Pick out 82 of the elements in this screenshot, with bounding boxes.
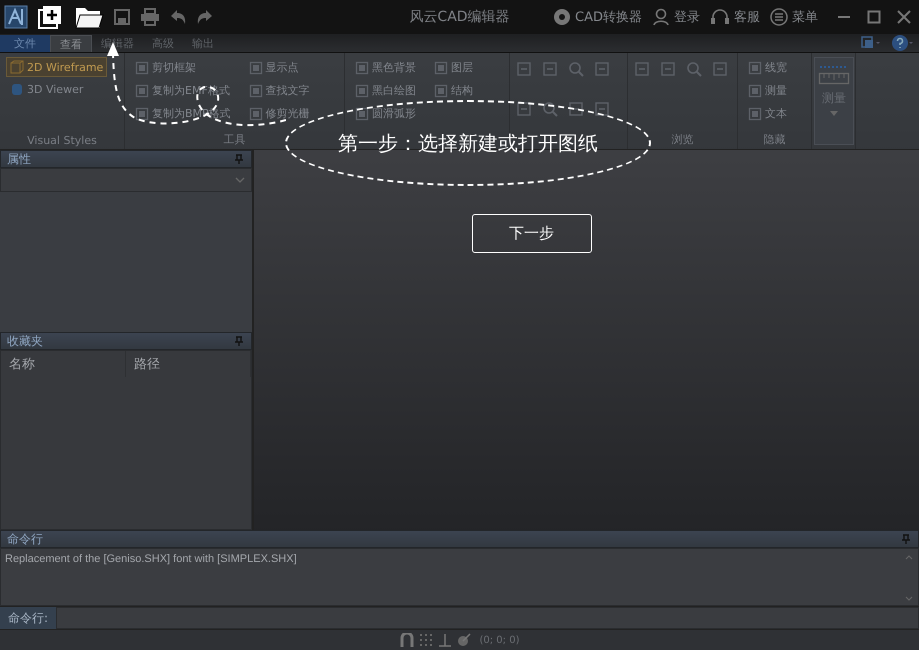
visual-style-button[interactable]: 2D Wireframe [6,57,108,77]
printer-icon[interactable] [140,8,160,26]
tool-square-icon [248,84,263,98]
cylinder-icon [10,82,24,96]
tool-square-icon [355,84,369,98]
tool-square-icon [355,106,369,120]
ribbon-button[interactable]: 黑白绘图 [351,80,420,101]
user-icon [652,8,670,26]
undo-icon[interactable] [169,8,187,26]
tool-square-icon [248,106,263,120]
snap-icon[interactable] [400,633,414,647]
view-frame-icon[interactable] [568,100,584,116]
tool-square-icon [748,84,762,98]
menu-icon [770,8,788,26]
ribbon-button[interactable]: 线宽 [744,57,791,78]
header-action-button[interactable]: CAD转换器 [550,6,645,28]
headset-icon [710,8,730,26]
ribbon-button[interactable]: 结构 [430,80,477,101]
ortho-icon[interactable] [438,633,452,647]
ribbon-tab[interactable]: 文件 [0,35,50,52]
app-logo-icon[interactable] [4,5,28,29]
polar-icon[interactable] [456,633,470,647]
ribbon-tab[interactable]: 查看 [50,35,92,52]
scrollbar-drawing[interactable] [904,553,914,603]
view-frame-icon[interactable] [516,100,532,116]
ribbon-button[interactable]: 图层 [430,57,477,78]
ribbon-tab[interactable]: 高级 [143,35,183,52]
header-action-button[interactable]: 登录 [649,6,703,28]
log-message: Replacement of the [Geniso.SHX] font with [SIMPLEX.SHX] [5,553,297,567]
zoom-icon[interactable] [542,100,558,116]
ribbon-button[interactable]: 修剪光栅 [244,103,314,124]
next-step-button[interactable]: 下一步 [472,214,592,253]
help-icon[interactable] [891,34,915,52]
prompt-label: 命令行: [0,607,56,629]
tool-square-icon [434,84,448,98]
tool-square-icon [748,60,762,74]
ribbon-button[interactable]: 测量 [744,80,791,101]
tool-square-icon [135,106,149,120]
caret-icon [830,111,838,116]
ribbon-button[interactable]: 黑色背景 [351,57,420,78]
chevron-down-icon [235,177,245,183]
coordinates-readout: (0; 0; 0) [480,634,520,646]
tool-square-icon [135,84,149,98]
wireframe-cube-icon [10,60,24,74]
ribbon-group-title: 工具 [222,132,246,147]
ribbon-button[interactable]: 查找文字 [244,80,314,101]
close-icon[interactable] [897,10,911,24]
ruler-icon [818,64,850,86]
tool-square-icon [434,60,448,74]
disc-icon [553,8,572,26]
tool-square-icon [355,60,369,74]
view-frame-icon[interactable] [594,100,610,116]
visual-style-button[interactable]: 3D Viewer [6,79,108,99]
column-header[interactable]: 路径 [126,351,251,377]
ribbon-group-title: Visual Styles [26,134,98,147]
ribbon-button[interactable]: 圆滑弧形 [351,103,420,124]
header-action-button[interactable]: 客服 [707,6,763,28]
panel-title: 命令行 [7,530,43,548]
panel-title: 收藏夹 [7,332,43,350]
window-title: 风云CAD编辑器 [409,8,510,26]
column-header[interactable]: 名称 [1,351,126,377]
pin-icon[interactable] [235,336,243,346]
maximize-icon[interactable] [867,10,881,24]
header-action-button[interactable]: 菜单 [767,6,821,28]
redo-icon[interactable] [196,8,214,26]
ribbon-button[interactable]: 剪切框架 [131,57,235,78]
ribbon-tab[interactable]: 输出 [183,35,223,52]
grid-icon[interactable] [418,633,432,647]
pin-icon[interactable] [902,534,910,544]
ribbon-group-title: 隐藏 [762,132,786,147]
panel-title: 属性 [7,150,31,168]
pin-icon[interactable] [235,154,243,164]
save-icon[interactable] [113,8,131,26]
tool-square-icon [248,60,263,74]
tutorial-step-text: 第一步：选择新建或打开图纸 [338,130,598,156]
tool-square-icon [748,106,762,120]
ribbon-button[interactable]: 显示点 [244,57,314,78]
command-input[interactable] [56,607,919,629]
ribbon-group-title: 浏览 [670,132,694,147]
ribbon-button[interactable]: 文本 [744,103,791,124]
window-layout-icon[interactable] [861,36,881,50]
tool-square-icon [135,60,149,74]
